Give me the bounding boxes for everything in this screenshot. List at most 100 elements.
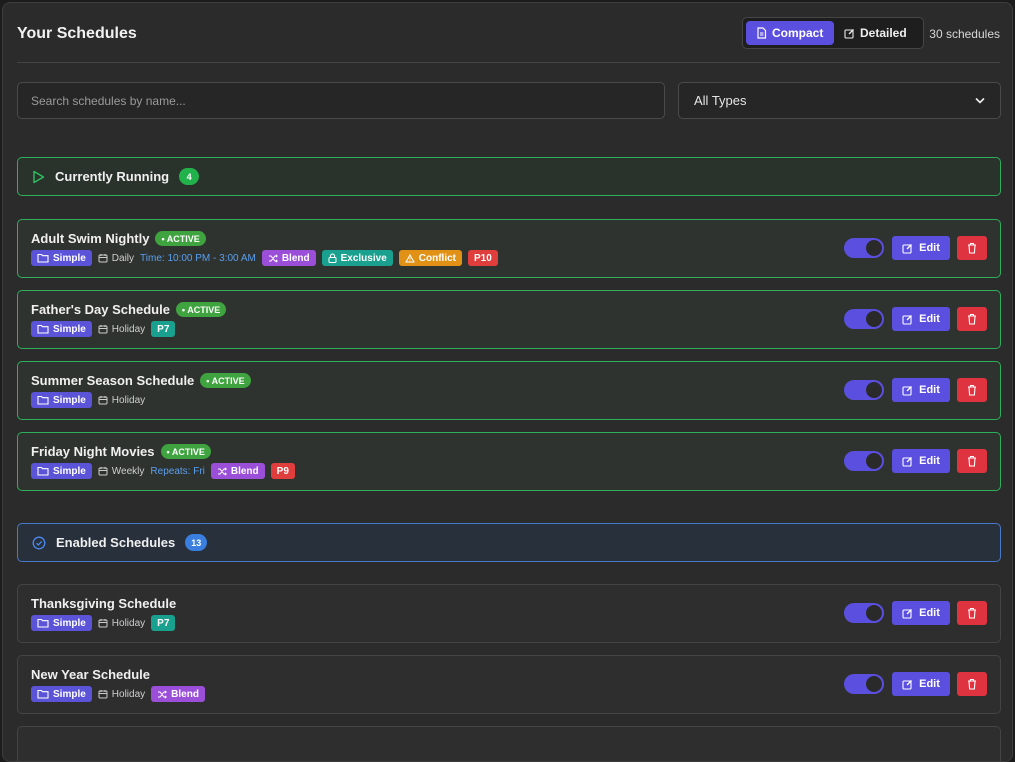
page-title: Your Schedules — [17, 25, 137, 42]
priority-badge: P7 — [151, 321, 176, 337]
delete-button[interactable] — [957, 236, 987, 260]
play-icon — [32, 170, 45, 184]
view-mode-toggle: Compact Detailed — [742, 17, 924, 49]
section-enabled-schedules[interactable]: Enabled Schedules 13 — [17, 523, 1001, 562]
section-currently-running[interactable]: Currently Running 4 — [17, 157, 1001, 196]
shuffle-icon — [268, 253, 278, 263]
edit-icon — [902, 608, 913, 619]
frequency: Holiday — [98, 689, 145, 700]
type-badge: Simple — [31, 463, 92, 479]
warning-icon — [404, 253, 415, 263]
running-count-badge: 4 — [179, 168, 200, 185]
edit-icon — [902, 314, 913, 325]
compact-view-button[interactable]: Compact — [746, 21, 834, 45]
trash-icon — [967, 678, 977, 690]
schedules-panel: Your Schedules Compact Detailed 30 sched… — [2, 2, 1013, 762]
section-label: Enabled Schedules — [56, 535, 176, 550]
lock-icon — [328, 253, 337, 263]
schedule-card: New Year Schedule Simple Holiday Blend E… — [17, 655, 1001, 714]
detailed-view-button[interactable]: Detailed — [834, 21, 917, 45]
enable-toggle[interactable] — [844, 603, 884, 623]
calendar-icon — [98, 466, 108, 476]
priority-badge: P9 — [270, 463, 295, 479]
schedule-name: Summer Season Schedule — [31, 373, 195, 388]
delete-button[interactable] — [957, 601, 987, 625]
trash-icon — [967, 384, 977, 396]
edit-button[interactable]: Edit — [892, 601, 950, 625]
frequency: Daily — [98, 253, 134, 264]
schedule-name: Thanksgiving Schedule — [31, 596, 177, 611]
detailed-label: Detailed — [860, 26, 907, 40]
calendar-icon — [98, 253, 108, 263]
trash-icon — [967, 242, 977, 254]
active-badge: • ACTIVE — [160, 444, 211, 459]
type-badge: Simple — [31, 392, 92, 408]
schedule-card: Thanksgiving Schedule Simple Holiday P7 … — [17, 584, 1001, 643]
calendar-icon — [98, 395, 108, 405]
enable-toggle[interactable] — [844, 309, 884, 329]
edit-button[interactable]: Edit — [892, 449, 950, 473]
conflict-badge: Conflict — [398, 250, 462, 266]
schedule-card: Summer Season Schedule • ACTIVE Simple H… — [17, 361, 1001, 420]
edit-icon — [844, 28, 855, 39]
delete-button[interactable] — [957, 378, 987, 402]
priority-badge: P10 — [467, 250, 498, 266]
enable-toggle[interactable] — [844, 238, 884, 258]
edit-icon — [902, 385, 913, 396]
trash-icon — [967, 313, 977, 325]
priority-badge: P7 — [151, 615, 176, 631]
folder-icon — [37, 466, 49, 476]
shuffle-icon — [217, 466, 227, 476]
frequency: Holiday — [98, 618, 145, 629]
type-filter-value: All Types — [694, 93, 747, 108]
edit-button[interactable]: Edit — [892, 378, 950, 402]
schedule-count: 30 schedules — [929, 27, 1000, 41]
active-badge: • ACTIVE — [175, 302, 227, 317]
schedule-name: Adult Swim Nightly — [31, 231, 150, 246]
calendar-icon — [98, 689, 108, 699]
blend-badge: Blend — [210, 463, 265, 479]
blend-badge: Blend — [151, 686, 205, 702]
exclusive-badge: Exclusive — [321, 250, 393, 266]
folder-icon — [37, 689, 49, 699]
type-badge: Simple — [31, 250, 92, 266]
trash-icon — [967, 607, 977, 619]
folder-icon — [37, 324, 49, 334]
schedule-card: Friday Night Movies • ACTIVE Simple Week… — [17, 432, 1001, 491]
header: Your Schedules Compact Detailed 30 sched… — [17, 17, 1000, 63]
frequency: Weekly — [98, 466, 144, 477]
delete-button[interactable] — [957, 449, 987, 473]
schedule-card: Adult Swim Nightly • ACTIVE Simple Daily… — [17, 219, 1001, 278]
enable-toggle[interactable] — [844, 380, 884, 400]
section-label: Currently Running — [55, 169, 170, 184]
time-window: Time: 10:00 PM - 3:00 AM — [140, 252, 256, 264]
delete-button[interactable] — [957, 672, 987, 696]
calendar-icon — [98, 324, 108, 334]
folder-icon — [37, 618, 49, 628]
blend-badge: Blend — [261, 250, 316, 266]
enable-toggle[interactable] — [844, 451, 884, 471]
schedule-card: Father's Day Schedule • ACTIVE Simple Ho… — [17, 290, 1001, 349]
schedule-card — [17, 726, 1001, 761]
search-input[interactable] — [17, 82, 665, 119]
calendar-icon — [98, 618, 108, 628]
edit-button[interactable]: Edit — [892, 236, 950, 260]
type-badge: Simple — [31, 615, 92, 631]
enable-toggle[interactable] — [844, 674, 884, 694]
folder-icon — [37, 395, 49, 405]
compact-label: Compact — [772, 26, 824, 40]
check-circle-icon — [32, 536, 46, 550]
chevron-down-icon — [975, 97, 985, 104]
edit-button[interactable]: Edit — [892, 672, 950, 696]
folder-icon — [37, 253, 49, 263]
type-badge: Simple — [31, 321, 92, 337]
frequency: Holiday — [98, 395, 145, 406]
edit-button[interactable]: Edit — [892, 307, 950, 331]
shuffle-icon — [157, 689, 168, 699]
delete-button[interactable] — [957, 307, 987, 331]
document-icon — [756, 27, 767, 39]
repeat-days: Repeats: Fri — [150, 465, 205, 477]
edit-icon — [902, 456, 913, 467]
type-filter-select[interactable]: All Types — [678, 82, 1001, 119]
frequency: Holiday — [98, 324, 145, 335]
